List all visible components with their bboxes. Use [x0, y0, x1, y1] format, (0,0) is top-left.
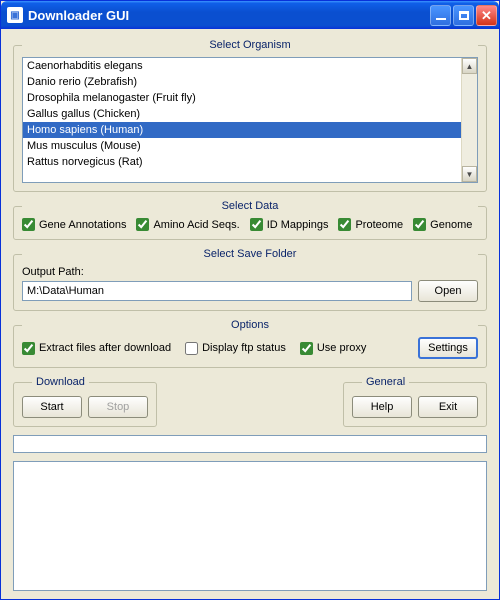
download-legend: Download — [32, 376, 89, 388]
options-legend: Options — [22, 319, 478, 331]
organism-scrollbar[interactable]: ▲ ▼ — [461, 58, 477, 182]
scroll-up-arrow-icon[interactable]: ▲ — [462, 58, 477, 74]
organism-listbox[interactable]: Caenorhabditis elegansDanio rerio (Zebra… — [23, 58, 461, 182]
app-icon: ▣ — [7, 7, 23, 23]
extract-checkbox[interactable]: Extract files after download — [22, 342, 171, 355]
general-legend: General — [362, 376, 409, 388]
organism-listbox-wrap: Caenorhabditis elegansDanio rerio (Zebra… — [22, 57, 478, 183]
maximize-button[interactable] — [453, 5, 474, 26]
general-group: General Help Exit — [343, 376, 487, 427]
start-button[interactable]: Start — [22, 396, 82, 418]
organism-item[interactable]: Rattus norvegicus (Rat) — [23, 154, 461, 170]
use-proxy-checkbox[interactable]: Use proxy — [300, 342, 367, 355]
amino-acid-seqs-checkbox[interactable]: Amino Acid Seqs. — [136, 218, 239, 231]
amino-acid-seqs-input[interactable] — [136, 218, 149, 231]
options-group: Options Extract files after download Dis… — [13, 319, 487, 368]
download-group: Download Start Stop — [13, 376, 157, 427]
scroll-down-arrow-icon[interactable]: ▼ — [462, 166, 477, 182]
proteome-checkbox[interactable]: Proteome — [338, 218, 403, 231]
title-bar: ▣ Downloader GUI ✕ — [1, 1, 499, 29]
id-mappings-label: ID Mappings — [267, 219, 329, 231]
help-button[interactable]: Help — [352, 396, 412, 418]
close-icon: ✕ — [481, 9, 492, 22]
window-title: Downloader GUI — [28, 8, 129, 23]
organism-group: Select Organism Caenorhabditis elegansDa… — [13, 39, 487, 192]
organism-item[interactable]: Drosophila melanogaster (Fruit fly) — [23, 90, 461, 106]
client-area: Select Organism Caenorhabditis elegansDa… — [1, 29, 499, 599]
main-window: ▣ Downloader GUI ✕ Select Organism Caeno… — [0, 0, 500, 600]
proteome-input[interactable] — [338, 218, 351, 231]
organism-item[interactable]: Caenorhabditis elegans — [23, 58, 461, 74]
organism-item[interactable]: Mus musculus (Mouse) — [23, 138, 461, 154]
genome-checkbox[interactable]: Genome — [413, 218, 472, 231]
ftp-status-checkbox[interactable]: Display ftp status — [185, 342, 286, 355]
gene-annotations-checkbox[interactable]: Gene Annotations — [22, 218, 126, 231]
genome-label: Genome — [430, 219, 472, 231]
log-output[interactable] — [13, 461, 487, 591]
minimize-button[interactable] — [430, 5, 451, 26]
close-button[interactable]: ✕ — [476, 5, 497, 26]
save-folder-group: Select Save Folder Output Path: Open — [13, 248, 487, 311]
use-proxy-label: Use proxy — [317, 342, 367, 354]
save-folder-legend: Select Save Folder — [22, 248, 478, 260]
data-group: Select Data Gene Annotations Amino Acid … — [13, 200, 487, 240]
data-checkbox-row: Gene Annotations Amino Acid Seqs. ID Map… — [22, 218, 478, 231]
output-path-label: Output Path: — [22, 266, 478, 278]
extract-input[interactable] — [22, 342, 35, 355]
output-path-input[interactable] — [22, 281, 412, 301]
ftp-status-label: Display ftp status — [202, 342, 286, 354]
progress-bar — [13, 435, 487, 453]
maximize-icon — [459, 11, 469, 20]
scroll-track[interactable] — [462, 74, 477, 166]
organism-item[interactable]: Gallus gallus (Chicken) — [23, 106, 461, 122]
amino-acid-seqs-label: Amino Acid Seqs. — [153, 219, 239, 231]
open-button[interactable]: Open — [418, 280, 478, 302]
minimize-icon — [436, 17, 446, 20]
exit-button[interactable]: Exit — [418, 396, 478, 418]
stop-button[interactable]: Stop — [88, 396, 148, 418]
data-legend: Select Data — [22, 200, 478, 212]
organism-item[interactable]: Homo sapiens (Human) — [23, 122, 461, 138]
settings-button[interactable]: Settings — [418, 337, 478, 359]
id-mappings-input[interactable] — [250, 218, 263, 231]
gene-annotations-input[interactable] — [22, 218, 35, 231]
gene-annotations-label: Gene Annotations — [39, 219, 126, 231]
use-proxy-input[interactable] — [300, 342, 313, 355]
organism-item[interactable]: Danio rerio (Zebrafish) — [23, 74, 461, 90]
id-mappings-checkbox[interactable]: ID Mappings — [250, 218, 329, 231]
genome-input[interactable] — [413, 218, 426, 231]
organism-legend: Select Organism — [22, 39, 478, 51]
ftp-status-input[interactable] — [185, 342, 198, 355]
extract-label: Extract files after download — [39, 342, 171, 354]
proteome-label: Proteome — [355, 219, 403, 231]
